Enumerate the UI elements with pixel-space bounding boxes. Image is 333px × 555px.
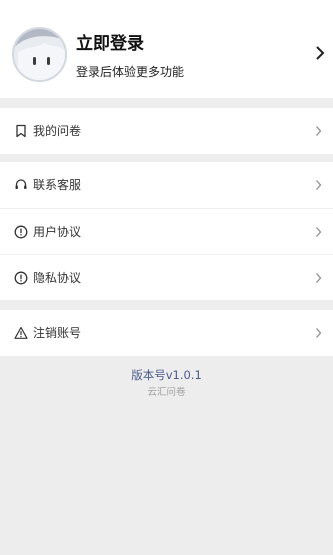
menu-item-label: 用户协议 [33, 224, 82, 239]
login-subtitle: 登录后体验更多功能 [76, 65, 185, 79]
profile-page: 立即登录 登录后体验更多功能 我的问卷 联系客服 用户协议 隐私协议 注销账号 … [0, 0, 333, 555]
chevron-right-icon [316, 180, 322, 190]
menu-item-privacy-policy[interactable]: 隐私协议 [0, 254, 333, 300]
chevron-right-icon [316, 226, 322, 237]
menu-item-label: 我的问卷 [33, 124, 82, 138]
bookmark-icon [16, 124, 26, 138]
brand-label: 云汇问卷 [147, 387, 186, 398]
login-header[interactable]: 立即登录 登录后体验更多功能 [0, 0, 333, 98]
menu-item-user-agreement[interactable]: 用户协议 [0, 208, 333, 254]
warning-triangle-icon [14, 326, 28, 339]
chevron-right-icon[interactable] [315, 46, 325, 60]
chevron-right-icon [316, 126, 322, 136]
info-circle-icon [14, 225, 28, 238]
menu-group-1: 我的问卷 [0, 108, 333, 154]
version-label: 版本号v1.0.1 [131, 368, 202, 382]
menu-item-label: 隐私协议 [33, 270, 82, 285]
menu-item-my-surveys[interactable]: 我的问卷 [0, 108, 333, 154]
menu-item-customer-service[interactable]: 联系客服 [0, 162, 333, 208]
headset-icon [15, 179, 27, 189]
info-circle-icon [14, 271, 28, 284]
login-title[interactable]: 立即登录 [76, 33, 184, 55]
chevron-right-icon [316, 328, 322, 338]
menu-group-2: 联系客服 用户协议 隐私协议 [0, 162, 333, 300]
menu-group-3: 注销账号 [0, 310, 333, 356]
menu-item-label: 联系客服 [33, 178, 82, 192]
menu-item-delete-account[interactable]: 注销账号 [0, 310, 333, 356]
menu-item-label: 注销账号 [33, 326, 82, 340]
avatar[interactable] [12, 27, 67, 82]
default-avatar-icon [14, 29, 65, 80]
chevron-right-icon [316, 272, 322, 283]
login-text: 立即登录 登录后体验更多功能 [76, 33, 184, 80]
